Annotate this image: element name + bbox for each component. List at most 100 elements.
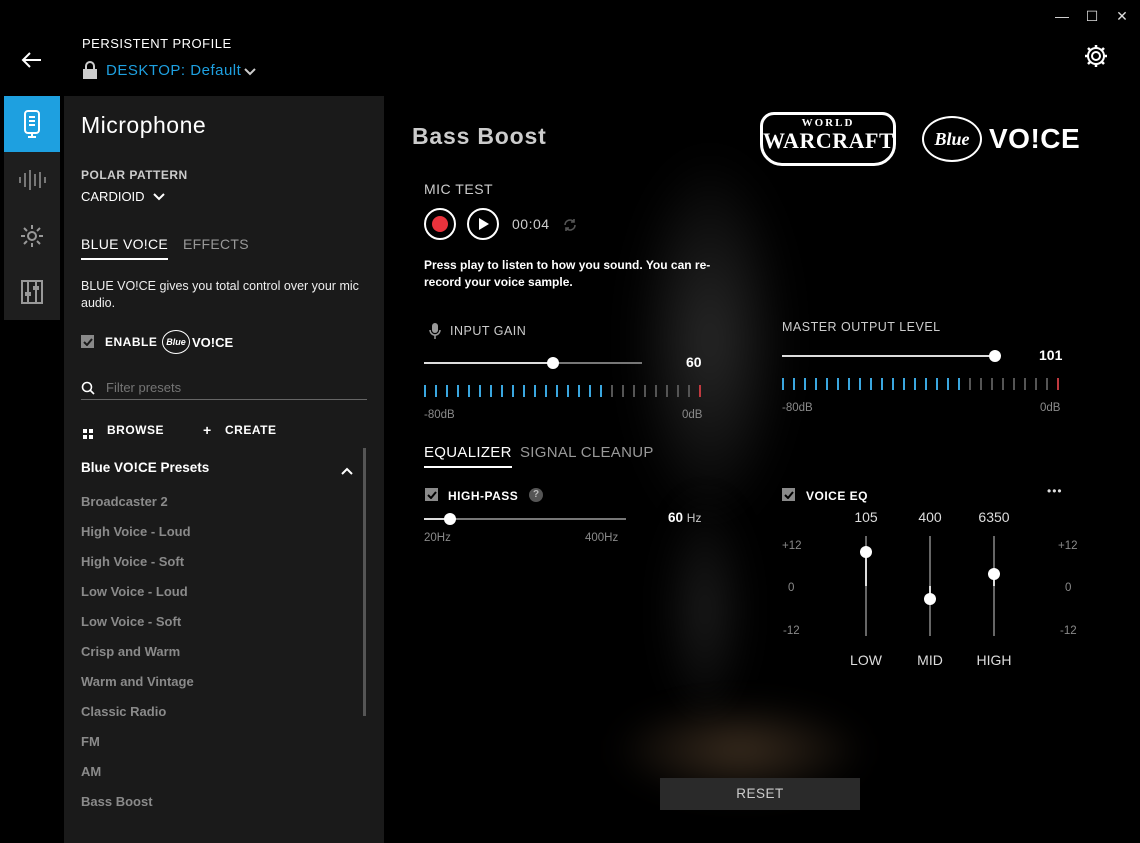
tab-signal-cleanup[interactable]: SIGNAL CLEANUP	[520, 444, 654, 461]
meter-segment	[446, 385, 448, 397]
meter-segment	[991, 378, 993, 390]
rail-mixer[interactable]	[4, 264, 60, 320]
list-item[interactable]: High Voice - Loud	[81, 524, 351, 554]
panel-title: Microphone	[81, 112, 207, 138]
input-gain-slider[interactable]	[424, 357, 642, 369]
output-level-meter	[782, 378, 1059, 390]
gear-icon[interactable]	[1083, 43, 1109, 69]
filter-presets-input[interactable]	[106, 378, 356, 396]
list-item[interactable]: Warm and Vintage	[81, 674, 351, 704]
tab-blue-voice[interactable]: BLUE VO!CE	[81, 236, 169, 260]
eq-band-mid-name: MID	[917, 652, 943, 668]
voice-logo: VO!CE	[989, 123, 1081, 154]
mixer-icon	[21, 280, 43, 304]
voice-eq-label: VOICE EQ	[806, 489, 869, 503]
meter-segment	[501, 385, 503, 397]
meter-segment	[804, 378, 806, 390]
high-pass-readout: 60 Hz	[668, 510, 701, 525]
input-gain-min: -80dB	[424, 409, 455, 421]
preset-scrollbar[interactable]	[363, 448, 366, 716]
mic-test-label: MIC TEST	[424, 181, 494, 197]
list-item[interactable]: Classic Radio	[81, 704, 351, 734]
chevron-down-icon	[152, 192, 165, 200]
meter-segment	[848, 378, 850, 390]
master-output-value: 101	[1039, 347, 1063, 363]
list-item[interactable]: Broadcaster 2	[81, 494, 351, 524]
filter-presets[interactable]	[81, 378, 367, 400]
meter-segment	[435, 385, 437, 397]
high-pass-value: 60	[668, 510, 684, 525]
polar-pattern-select[interactable]: CARDIOID	[81, 189, 165, 204]
chevron-down-icon[interactable]	[243, 65, 257, 79]
meter-segment	[600, 385, 602, 397]
list-item[interactable]: FM	[81, 734, 351, 764]
profile-label: PERSISTENT PROFILE	[82, 36, 232, 51]
list-item[interactable]: High Voice - Soft	[81, 554, 351, 584]
lock-icon	[82, 61, 98, 79]
rail-microphone[interactable]	[4, 96, 60, 152]
enable-voice-logo: VO!CE	[192, 335, 234, 350]
eq-band-high-freq: 6350	[978, 509, 1010, 525]
eq-scale-top-left: +12	[782, 540, 802, 552]
rail-equalizer[interactable]	[4, 152, 60, 208]
list-item[interactable]: Bass Boost	[81, 794, 351, 824]
list-item[interactable]: Low Voice - Soft	[81, 614, 351, 644]
enable-checkbox[interactable]	[81, 335, 94, 348]
meter-segment	[622, 385, 624, 397]
profile-selector[interactable]: DESKTOP: Default	[106, 62, 241, 79]
meter-segment	[479, 385, 481, 397]
maximize-button[interactable]: ☐	[1082, 6, 1102, 26]
help-icon[interactable]: ?	[529, 488, 543, 502]
rail-lighting[interactable]	[4, 208, 60, 264]
minimize-button[interactable]: —	[1052, 6, 1072, 26]
blue-voice-description: BLUE VO!CE gives you total control over …	[81, 279, 359, 310]
high-pass-max: 400Hz	[585, 532, 619, 544]
meter-segment	[523, 385, 525, 397]
eq-band-high-knob[interactable]	[988, 568, 1000, 580]
meter-segment	[589, 385, 591, 397]
meter-segment	[903, 378, 905, 390]
list-item[interactable]: Low Voice - Loud	[81, 584, 351, 614]
tab-effects[interactable]: EFFECTS	[183, 236, 249, 252]
high-pass-slider[interactable]	[424, 513, 626, 525]
list-item[interactable]: AM	[81, 764, 351, 794]
meter-segment	[947, 378, 949, 390]
meter-segment	[644, 385, 646, 397]
list-item[interactable]: Crisp and Warm	[81, 644, 351, 674]
eq-band-mid-slider[interactable]	[924, 536, 936, 636]
icon-rail	[4, 96, 60, 320]
back-arrow-icon[interactable]	[20, 48, 44, 72]
meter-segment	[457, 385, 459, 397]
play-button[interactable]	[467, 208, 499, 240]
blue-logo-icon: Blue	[162, 330, 190, 354]
blue-logo: Blue	[922, 116, 982, 162]
meter-segment	[892, 378, 894, 390]
repeat-icon[interactable]	[562, 217, 578, 233]
master-output-slider[interactable]	[782, 350, 1001, 362]
close-button[interactable]: ✕	[1112, 6, 1132, 26]
eq-band-mid-knob[interactable]	[924, 593, 936, 605]
reset-button[interactable]: RESET	[660, 778, 860, 810]
eq-band-low-knob[interactable]	[860, 546, 872, 558]
master-output-max: 0dB	[1040, 402, 1061, 414]
browse-button[interactable]: BROWSE	[107, 423, 164, 437]
plus-icon: +	[203, 422, 212, 438]
voice-eq-checkbox[interactable]	[782, 488, 795, 501]
create-button[interactable]: CREATE	[225, 423, 276, 437]
high-pass-min: 20Hz	[424, 532, 451, 544]
microphone-backdrop	[520, 110, 940, 830]
meter-segment	[633, 385, 635, 397]
chevron-up-icon[interactable]	[341, 463, 353, 475]
record-button[interactable]	[424, 208, 456, 240]
tab-equalizer[interactable]: EQUALIZER	[424, 444, 512, 468]
meter-segment	[958, 378, 960, 390]
meter-segment	[936, 378, 938, 390]
high-pass-label: HIGH-PASS	[448, 489, 519, 503]
polar-pattern-value: CARDIOID	[81, 189, 145, 204]
meter-segment	[611, 385, 613, 397]
play-icon	[479, 218, 489, 230]
high-pass-checkbox[interactable]	[425, 488, 438, 501]
more-options-icon[interactable]: •••	[1047, 484, 1063, 498]
eq-band-low-slider[interactable]	[860, 536, 872, 636]
eq-band-high-slider[interactable]	[988, 536, 1000, 636]
